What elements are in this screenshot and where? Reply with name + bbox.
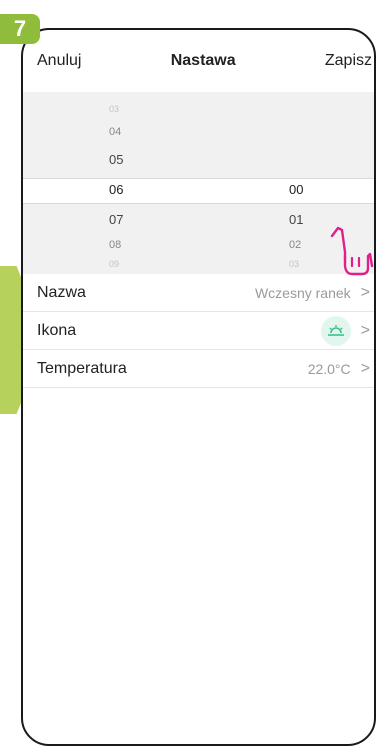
hour-option-selected[interactable]: 06 xyxy=(109,182,123,197)
minute-option-selected[interactable]: 00 xyxy=(289,182,303,197)
hour-option[interactable]: 04 xyxy=(109,126,121,138)
step-badge: 7 xyxy=(0,14,40,44)
page-title: Nastawa xyxy=(170,52,236,69)
hour-option[interactable]: 03 xyxy=(109,104,119,114)
chevron-right-icon: > xyxy=(360,321,370,339)
settings-list: Nazwa Wczesny ranek > Ikona > Temperatur… xyxy=(23,274,374,388)
phone-frame: Anuluj Nastawa Zapisz 03 04 05 06 07 08 … xyxy=(21,28,376,746)
hour-option[interactable]: 08 xyxy=(109,239,121,251)
temperature-label: Temperatura xyxy=(37,359,127,377)
hour-option[interactable]: 07 xyxy=(109,212,123,227)
pointing-hand-icon xyxy=(330,226,374,276)
time-picker[interactable]: 03 04 05 06 07 08 09 00 01 02 03 xyxy=(23,92,374,274)
icon-label: Ikona xyxy=(37,321,77,339)
name-row[interactable]: Nazwa Wczesny ranek > xyxy=(23,274,374,312)
minute-option[interactable]: 03 xyxy=(289,259,299,269)
chevron-right-icon: > xyxy=(360,359,370,377)
temperature-row[interactable]: Temperatura 22.0°C > xyxy=(23,350,374,388)
hour-option[interactable]: 05 xyxy=(109,152,123,167)
selected-band xyxy=(23,178,374,204)
cancel-button[interactable]: Anuluj xyxy=(37,52,81,70)
name-value: Wczesny ranek xyxy=(254,284,351,301)
header: Anuluj Nastawa Zapisz xyxy=(23,30,374,92)
minute-option[interactable]: 02 xyxy=(289,239,301,251)
icon-row[interactable]: Ikona > xyxy=(23,312,374,350)
chevron-right-icon: > xyxy=(360,283,370,301)
save-button[interactable]: Zapisz xyxy=(325,52,372,70)
name-label: Nazwa xyxy=(37,283,86,301)
sunrise-icon xyxy=(320,315,351,346)
minute-option[interactable]: 01 xyxy=(289,212,303,227)
temperature-value: 22.0°C xyxy=(307,360,351,377)
hour-option[interactable]: 09 xyxy=(109,259,119,269)
